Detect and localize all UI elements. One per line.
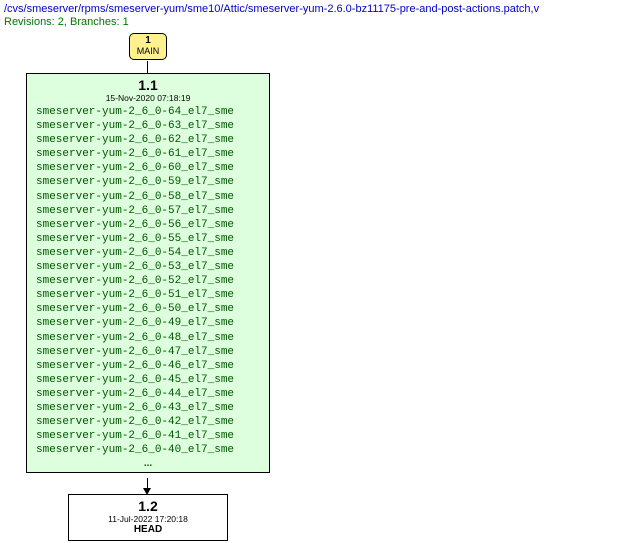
file-path: /cvs/smeserver/rpms/smeserver-yum/sme10/… (0, 0, 632, 15)
connector-line (147, 61, 148, 73)
revision-node-1-2[interactable]: 1.2 11-Jul-2022 17:20:18 HEAD (68, 494, 228, 541)
branch-number: 1 (145, 35, 151, 46)
branch-node-main[interactable]: 1 MAIN (128, 33, 168, 60)
head-label: HEAD (75, 524, 221, 536)
branch-label: MAIN (137, 46, 160, 56)
revisions-summary: Revisions: 2, Branches: 1 (0, 15, 632, 30)
tag-list: smeserver-yum-2_6_0-64_el7_sme smeserver… (33, 105, 263, 457)
revision-date: 15-Nov-2020 07:18:19 (33, 93, 263, 103)
revision-version: 1.2 (75, 498, 221, 514)
revision-node-1-1[interactable]: 1.1 15-Nov-2020 07:18:19 smeserver-yum-2… (26, 73, 270, 473)
revision-version: 1.1 (33, 77, 263, 93)
tags-ellipsis: ... (33, 458, 263, 470)
revision-date: 11-Jul-2022 17:20:18 (75, 514, 221, 524)
graph-canvas: 1 MAIN 1.1 15-Nov-2020 07:18:19 smeserve… (0, 30, 632, 535)
